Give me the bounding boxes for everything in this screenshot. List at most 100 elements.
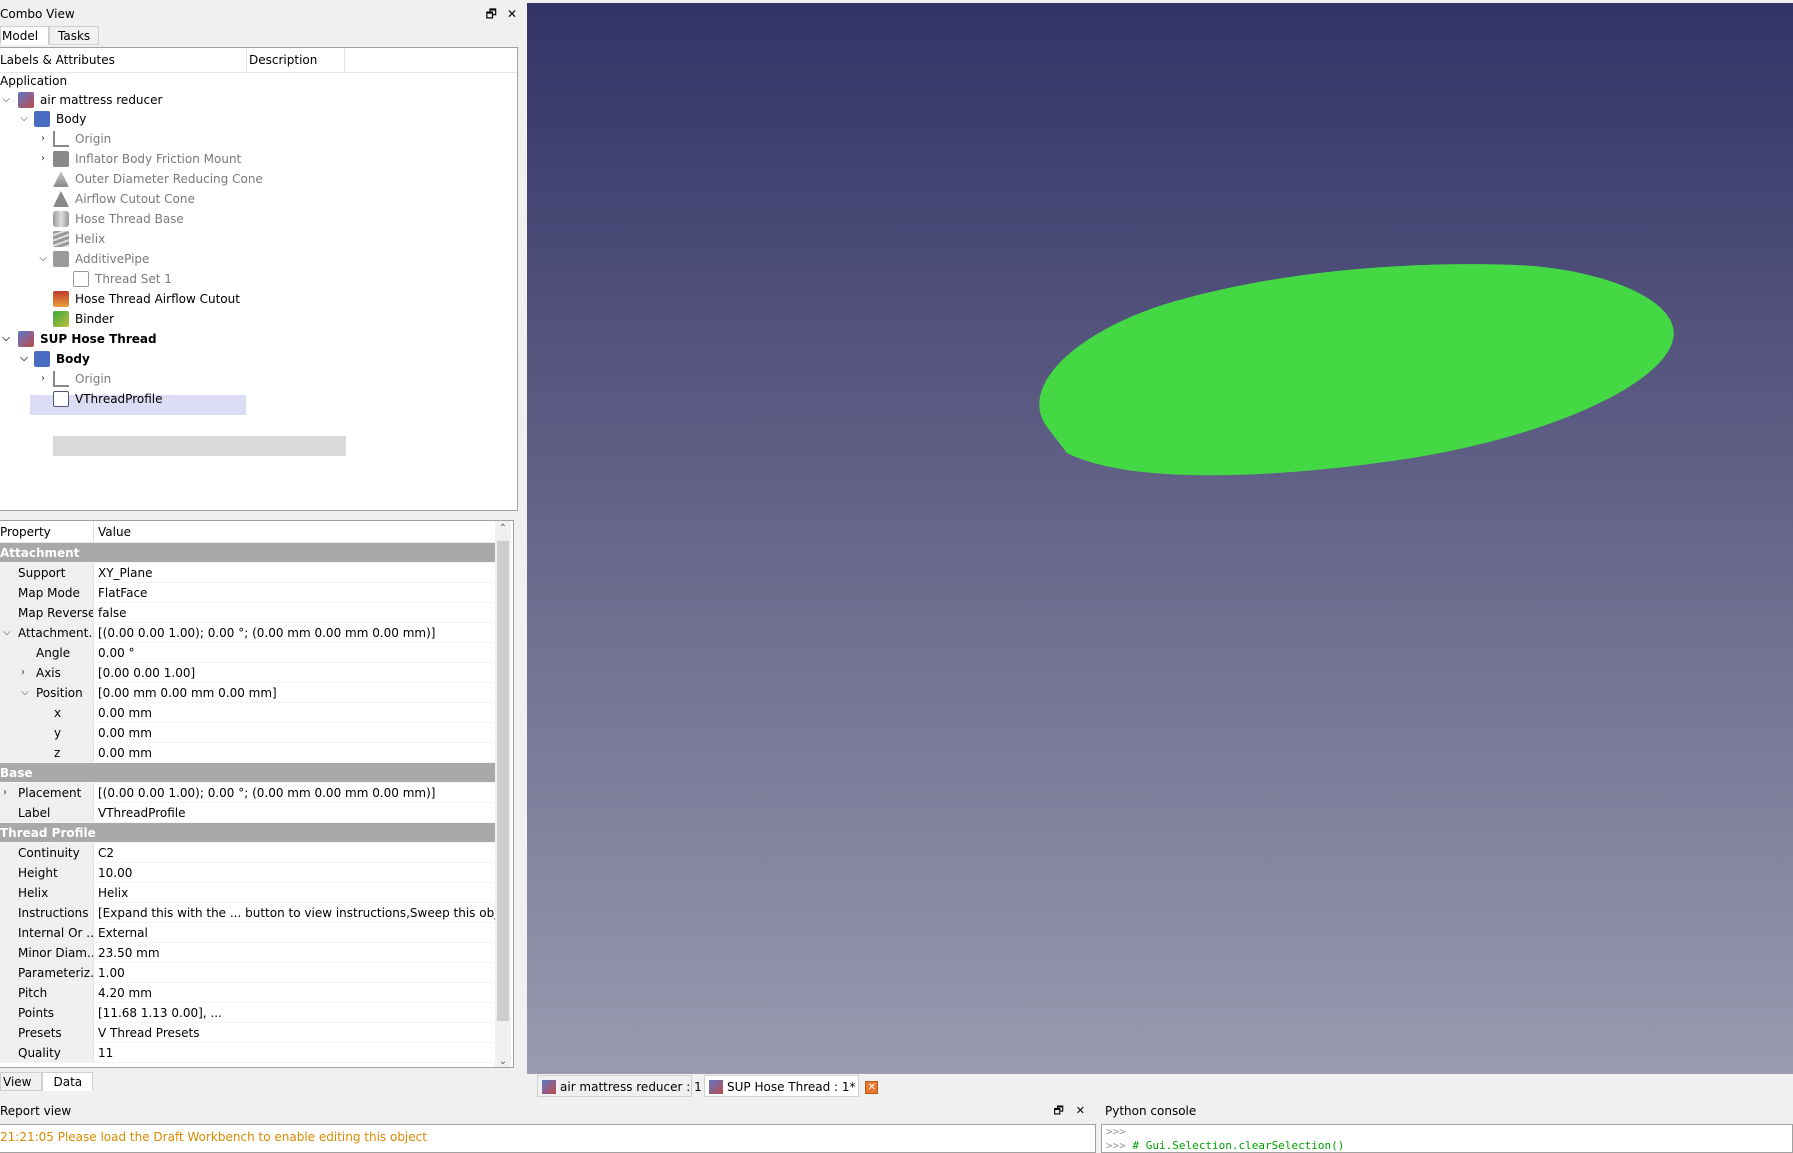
viewport-canvas[interactable] <box>527 3 1793 1074</box>
property-row[interactable]: Parameteriz... 1.00 <box>0 963 496 983</box>
property-value[interactable]: [0.00 0.00 1.00] <box>94 663 496 682</box>
chevron-down-icon[interactable]: ⌵ <box>3 623 11 642</box>
chevron-right-icon[interactable]: › <box>3 783 7 802</box>
tree-item-hose-thread-airflow-cutout[interactable]: Hose Thread Airflow Cutout <box>49 289 240 309</box>
property-value[interactable]: V Thread Presets <box>94 1023 496 1042</box>
property-row[interactable]: Minor Diam... 23.50 mm <box>0 943 496 963</box>
tab-data[interactable]: Data <box>42 1072 94 1091</box>
value-column-header[interactable]: Value <box>94 521 131 542</box>
property-row[interactable]: Angle 0.00 ° <box>0 643 496 663</box>
restore-icon[interactable]: 🗗 <box>1053 1101 1063 1121</box>
tree-item-vthreadprofile[interactable]: VThreadProfile <box>49 389 162 409</box>
property-row[interactable]: Points [11.68 1.13 0.00], ... <box>0 1003 496 1023</box>
tree-item-origin-2[interactable]: › Origin <box>37 369 111 389</box>
property-row[interactable]: ⌵ Attachment... [(0.00 0.00 1.00); 0.00 °;… <box>0 623 496 643</box>
property-scrollbar[interactable]: ⌃ ⌄ <box>495 521 511 1067</box>
property-value[interactable]: 0.00 mm <box>94 723 496 742</box>
property-value[interactable]: 0.00 ° <box>94 643 496 662</box>
tree-item-body[interactable]: ⌵ Body <box>18 109 86 129</box>
property-row[interactable]: Support XY_Plane <box>0 563 496 583</box>
property-value[interactable]: [(0.00 0.00 1.00); 0.00 °; (0.00 mm 0.00… <box>94 623 496 642</box>
chevron-down-icon[interactable]: ⌵ <box>18 109 30 129</box>
tree-item-sup-hose-thread[interactable]: ⌵ SUP Hose Thread <box>0 329 157 349</box>
property-value[interactable]: [Expand this with the ... button to view… <box>94 903 496 922</box>
tree-item-outer-diameter-reducing-cone[interactable]: Outer Diameter Reducing Cone <box>49 169 263 189</box>
labels-attributes-header[interactable]: Labels & Attributes <box>0 48 247 72</box>
close-icon[interactable]: ✕ <box>1076 1101 1085 1121</box>
thread-profile-shape[interactable] <box>1039 264 1674 476</box>
chevron-down-icon[interactable]: ⌵ <box>0 329 12 349</box>
property-value[interactable]: [11.68 1.13 0.00], ... <box>94 1003 496 1022</box>
property-row[interactable]: Label VThreadProfile <box>0 803 496 823</box>
doc-tab-sup-hose-thread[interactable]: SUP Hose Thread : 1* ✕ <box>704 1075 879 1097</box>
property-row[interactable]: Presets V Thread Presets <box>0 1023 496 1043</box>
tree-item-thread-set-1[interactable]: Thread Set 1 <box>69 269 172 289</box>
property-row[interactable]: Internal Or ... External <box>0 923 496 943</box>
3d-viewport[interactable] <box>527 3 1793 1074</box>
property-row[interactable]: Helix Helix <box>0 883 496 903</box>
scroll-up-icon[interactable]: ⌃ <box>495 523 511 534</box>
property-value[interactable]: false <box>94 603 496 622</box>
description-header[interactable]: Description <box>247 48 345 72</box>
property-row[interactable]: y 0.00 mm <box>0 723 496 743</box>
chevron-down-icon[interactable]: ⌵ <box>18 349 30 369</box>
scroll-down-icon[interactable]: ⌄ <box>495 1056 511 1067</box>
property-value[interactable]: 0.00 mm <box>94 743 496 762</box>
report-view-output[interactable]: 21:21:05 Please load the Draft Workbench… <box>0 1124 1096 1153</box>
property-group-row[interactable]: Thread Profile <box>0 823 496 843</box>
tree-item-body-selected[interactable]: ⌵ Body <box>18 349 90 369</box>
property-value[interactable]: VThreadProfile <box>94 803 496 822</box>
chevron-down-icon[interactable]: ⌵ <box>21 683 29 702</box>
property-value[interactable]: 1.00 <box>94 963 496 982</box>
property-row[interactable]: Map Reversedfalse <box>0 603 496 623</box>
property-row[interactable]: z 0.00 mm <box>0 743 496 763</box>
property-value[interactable]: 11 <box>94 1043 496 1062</box>
property-value[interactable]: 4.20 mm <box>94 983 496 1002</box>
chevron-down-icon[interactable]: ⌵ <box>37 249 49 269</box>
property-value[interactable]: 23.50 mm <box>94 943 496 962</box>
chevron-right-icon[interactable]: › <box>37 149 49 169</box>
property-row[interactable]: Quality 11 <box>0 1043 496 1063</box>
property-value[interactable]: Helix <box>94 883 496 902</box>
property-row[interactable]: Height 10.00 <box>0 863 496 883</box>
property-row[interactable]: › Placement [(0.00 0.00 1.00); 0.00 °; (0.… <box>0 783 496 803</box>
property-value[interactable]: 10.00 <box>94 863 496 882</box>
property-value[interactable]: [(0.00 0.00 1.00); 0.00 °; (0.00 mm 0.00… <box>94 783 496 802</box>
tree-item-airflow-cutout-cone[interactable]: Airflow Cutout Cone <box>49 189 195 209</box>
property-group-row[interactable]: Attachment <box>0 543 496 563</box>
property-row[interactable]: Map Mode FlatFace <box>0 583 496 603</box>
property-column-header[interactable]: Property <box>0 521 94 542</box>
property-value[interactable]: FlatFace <box>94 583 496 602</box>
tree-item-helix[interactable]: Helix <box>49 229 105 249</box>
close-tab-icon[interactable]: ✕ <box>865 1081 879 1094</box>
property-group-row[interactable]: Base <box>0 763 496 783</box>
tree-item-air-mattress-reducer[interactable]: ⌵ air mattress reducer <box>0 90 162 110</box>
property-row[interactable]: Pitch 4.20 mm <box>0 983 496 1003</box>
tree-root-application[interactable]: Application <box>0 71 67 91</box>
tree-item-binder[interactable]: Binder <box>49 309 114 329</box>
property-value[interactable]: C2 <box>94 843 496 862</box>
property-row[interactable]: Continuity C2 <box>0 843 496 863</box>
tab-model[interactable]: Model <box>0 26 50 45</box>
chevron-down-icon[interactable]: ⌵ <box>0 90 12 110</box>
chevron-right-icon[interactable]: › <box>21 663 25 682</box>
property-value[interactable]: [0.00 mm 0.00 mm 0.00 mm] <box>94 683 496 702</box>
property-value[interactable]: XY_Plane <box>94 563 496 582</box>
property-row[interactable]: x 0.00 mm <box>0 703 496 723</box>
tree-item-additivepipe[interactable]: ⌵ AdditivePipe <box>37 249 149 269</box>
python-console-input[interactable]: >>> >>> # Gui.Selection.clearSelection() <box>1101 1124 1793 1153</box>
restore-icon[interactable]: 🗗 <box>486 4 497 24</box>
scrollbar-thumb[interactable] <box>497 541 509 1021</box>
chevron-right-icon[interactable]: › <box>37 129 49 149</box>
tab-tasks[interactable]: Tasks <box>49 26 100 45</box>
property-value[interactable]: External <box>94 923 496 942</box>
doc-tab-air-mattress-reducer[interactable]: air mattress reducer : 1 ✕ <box>537 1075 725 1097</box>
property-row[interactable]: › Axis [0.00 0.00 1.00] <box>0 663 496 683</box>
tree-item-hose-thread-base[interactable]: Hose Thread Base <box>49 209 184 229</box>
property-value[interactable]: 0.00 mm <box>94 703 496 722</box>
tree-item-inflator-body-friction-mount[interactable]: › Inflator Body Friction Mount <box>37 149 241 169</box>
close-icon[interactable]: ✕ <box>507 4 517 24</box>
property-row[interactable]: Instructions [Expand this with the ... bu… <box>0 903 496 923</box>
tab-view[interactable]: View <box>0 1072 43 1091</box>
property-row[interactable]: ⌵ Position [0.00 mm 0.00 mm 0.00 mm] <box>0 683 496 703</box>
